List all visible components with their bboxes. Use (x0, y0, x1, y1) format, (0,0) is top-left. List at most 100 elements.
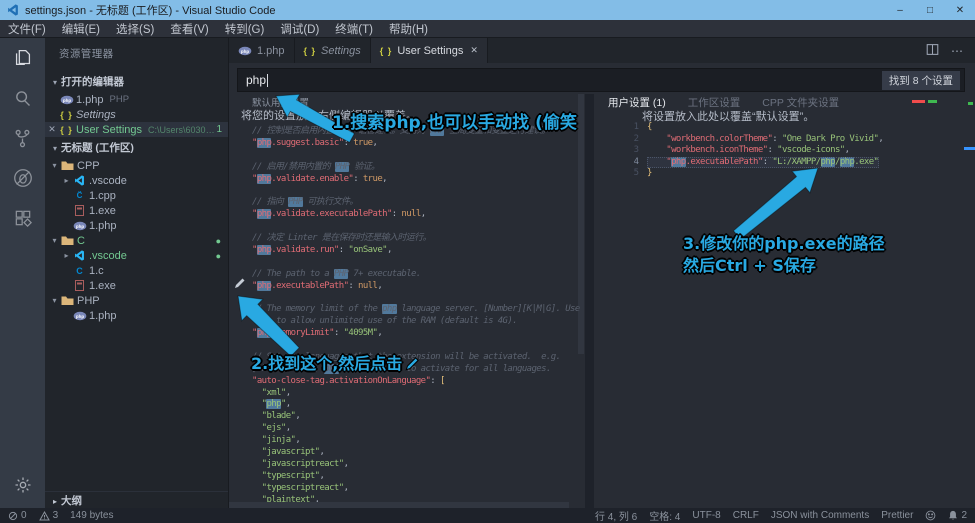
warnings-indicator[interactable]: 3 (39, 510, 59, 521)
code-line[interactable] (252, 292, 582, 304)
outline-section-header[interactable]: ▸大纲 (45, 491, 228, 508)
code-line[interactable]: "php.validate.executablePath": null, (252, 209, 582, 221)
line-number: 4 (615, 157, 639, 169)
code-line[interactable]: "php.validate.enable": true, (252, 174, 582, 186)
code-line[interactable] (252, 185, 582, 197)
extensions-icon[interactable] (0, 198, 45, 238)
status-item[interactable]: 行 4, 列 6 (595, 508, 637, 523)
debug-icon[interactable] (0, 158, 45, 198)
tree-item[interactable]: ▾C● (45, 233, 228, 248)
error-circle-icon (8, 511, 18, 521)
code-line[interactable]: "ejs", (252, 423, 582, 435)
close-icon[interactable]: ✕ (470, 45, 478, 56)
tree-item[interactable]: 1.exe (45, 278, 228, 293)
code-line[interactable]: "auto-close-tag.activationOnLanguage": [ (252, 376, 582, 388)
tree-item[interactable]: php1.php (45, 218, 228, 233)
braces-icon: { } (380, 46, 393, 56)
chevron-down-icon: ▾ (49, 144, 61, 153)
tab-1-php[interactable]: php1.php (229, 38, 295, 63)
maximize-button[interactable]: □ (915, 0, 945, 20)
problems-indicator[interactable]: 0 (8, 510, 27, 521)
code-line[interactable] (252, 150, 582, 162)
menu-item[interactable]: 终端(T) (327, 21, 381, 37)
open-editor-item[interactable]: { }Settings (45, 107, 228, 122)
menu-item[interactable]: 文件(F) (0, 21, 54, 37)
open-editors-header[interactable]: ▾打开的编辑器 (45, 71, 228, 92)
tree-item[interactable]: ▸.vscode (45, 173, 228, 188)
notifications-bell[interactable]: 2 (948, 510, 967, 521)
annotation-step3-line1: 3.修改你的php.exe的路径 (683, 230, 885, 254)
code-line[interactable]: "javascriptreact", (252, 459, 582, 471)
menu-item[interactable]: 查看(V) (162, 21, 216, 37)
close-icon[interactable]: ✕ (45, 124, 59, 135)
code-line[interactable]: '-1' to allow unlimited use of the RAM (… (252, 316, 582, 328)
menu-item[interactable]: 转到(G) (217, 21, 273, 37)
status-item[interactable]: JSON with Comments (771, 510, 869, 521)
tree-item[interactable]: C1.c (45, 263, 228, 278)
tree-item[interactable]: ▾PHP (45, 293, 228, 308)
vscode-window: settings.json - 无标题 (工作区) - Visual Studi… (0, 0, 975, 523)
menu-item[interactable]: 帮助(H) (381, 21, 436, 37)
code-line[interactable]: 5} (647, 168, 935, 180)
manage-gear-icon[interactable] (0, 468, 45, 502)
code-line[interactable]: // The path to a PHP 7+ executable. (252, 269, 582, 281)
tree-item[interactable]: php1.php (45, 308, 228, 323)
status-item[interactable]: CRLF (733, 510, 759, 521)
code-line[interactable]: "xml", (252, 388, 582, 400)
code-line[interactable]: 3 "workbench.iconTheme": "vscode-icons", (647, 145, 935, 157)
open-editor-item[interactable]: php1.phpPHP (45, 92, 228, 107)
code-line[interactable]: "javascript", (252, 447, 582, 459)
code-line[interactable]: "php.memoryLimit": "4095M", (252, 328, 582, 340)
open-editor-item[interactable]: ✕{ }User SettingsC:\Users\60301\AppData.… (45, 122, 228, 137)
tab-settings[interactable]: { }Settings (295, 38, 371, 63)
tree-item-label: 1.c (89, 265, 104, 277)
tab-user-settings[interactable]: { }User Settings✕ (371, 38, 488, 63)
code-line[interactable]: "typescriptreact", (252, 483, 582, 495)
source-control-icon[interactable] (0, 118, 45, 158)
code-line[interactable]: // The memory limit of the php language … (252, 304, 582, 316)
code-line[interactable]: "php.executablePath": null, (252, 281, 582, 293)
minimap-error-mark (912, 100, 925, 103)
tree-item[interactable]: 1.exe (45, 203, 228, 218)
code-line[interactable]: 1{ (647, 122, 935, 134)
split-editor-icon[interactable] (926, 43, 939, 59)
code-line[interactable]: // 决定 Linter 是在保存时还是输入时运行。 (252, 233, 582, 245)
warning-triangle-icon (39, 511, 50, 521)
code-line[interactable]: // 指向 PHP 可执行文件。 (252, 197, 582, 209)
status-item[interactable]: UTF-8 (692, 510, 720, 521)
code-line[interactable]: "typescript", (252, 471, 582, 483)
menu-item[interactable]: 选择(S) (108, 21, 162, 37)
code-line[interactable]: "jinja", (252, 435, 582, 447)
explorer-icon[interactable] (0, 38, 45, 78)
code-line[interactable]: "php.validate.run": "onSave", (252, 245, 582, 257)
minimize-button[interactable]: – (885, 0, 915, 20)
code-line[interactable]: "php", (252, 399, 582, 411)
user-settings-pane: 用户设置 (1)工作区设置CPP 文件夹设置 将设置放入此处以覆盖“默认设置”。… (594, 94, 975, 508)
status-item[interactable]: Prettier (881, 510, 913, 521)
overview-ruler-cursor-mark (964, 147, 975, 150)
vertical-scrollbar[interactable] (578, 94, 584, 354)
code-line[interactable]: "php.suggest.basic": true, (252, 138, 582, 150)
workspace-header[interactable]: ▾无标题 (工作区) (45, 137, 228, 158)
close-button[interactable]: ✕ (945, 0, 975, 20)
settings-search-input[interactable]: php 找到 8 个设置 (237, 68, 965, 92)
file-size-indicator: 149 bytes (70, 510, 113, 521)
search-icon[interactable] (0, 78, 45, 118)
more-actions-icon[interactable]: ⋯ (951, 44, 963, 58)
tree-item[interactable]: ▸.vscode● (45, 248, 228, 263)
code-line[interactable]: 2 "workbench.colorTheme": "One Dark Pro … (647, 134, 935, 146)
code-line[interactable] (252, 257, 582, 269)
tree-item-label: 1.exe (89, 280, 116, 292)
code-line[interactable]: "blade", (252, 411, 582, 423)
feedback-smiley-icon[interactable] (925, 510, 936, 521)
code-line[interactable]: // 启用/禁用内置的 PHP 验证。 (252, 162, 582, 174)
edit-setting-pencil-icon[interactable] (234, 276, 246, 294)
status-item[interactable]: 空格: 4 (649, 508, 680, 523)
code-line[interactable] (252, 221, 582, 233)
tree-item[interactable]: C̈1.cpp (45, 188, 228, 203)
menu-item[interactable]: 调试(D) (272, 21, 327, 37)
menu-item[interactable]: 编辑(E) (54, 21, 108, 37)
tree-item[interactable]: ▾CPP (45, 158, 228, 173)
code-line[interactable]: 4 "php.executablePath": "L:/XAMPP/php/ph… (647, 157, 879, 169)
pane-divider[interactable] (585, 94, 594, 508)
